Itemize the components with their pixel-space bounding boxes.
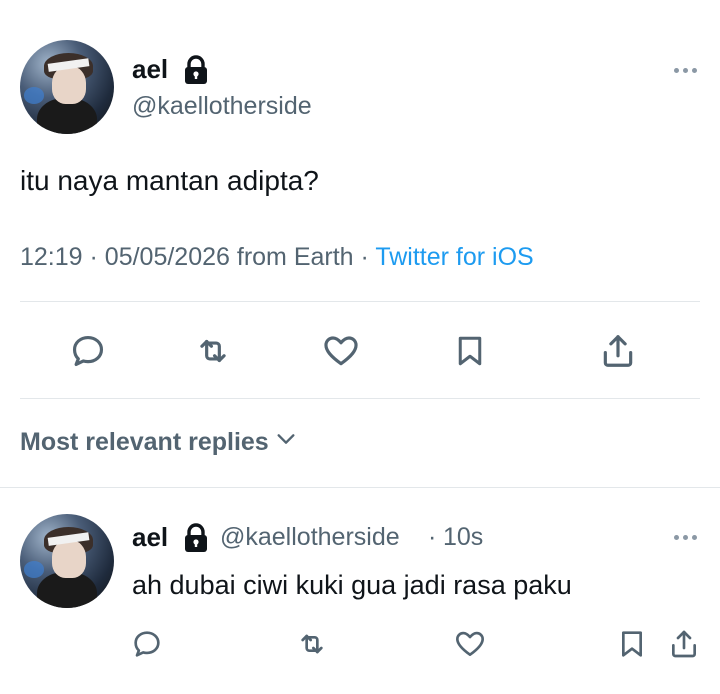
- tweet-source-link[interactable]: Twitter for iOS: [375, 243, 533, 271]
- more-options-icon[interactable]: [674, 535, 697, 540]
- tweet-text: itu naya mantan adipta?: [20, 165, 319, 196]
- author-name[interactable]: ael: [132, 54, 168, 85]
- reply-icon[interactable]: [127, 624, 167, 664]
- bookmark-icon[interactable]: [612, 624, 652, 664]
- share-icon[interactable]: [664, 624, 704, 664]
- like-icon[interactable]: [321, 331, 361, 371]
- reply-separator: ·: [428, 523, 437, 551]
- divider: [20, 301, 700, 302]
- bookmark-icon[interactable]: [450, 331, 490, 371]
- tweet-location: from Earth: [236, 243, 354, 271]
- tweet-meta: 12:19 · 05/05/2026 from Earth · Twitter …: [20, 243, 534, 272]
- retweet-icon[interactable]: [292, 624, 332, 664]
- share-icon[interactable]: [598, 331, 638, 371]
- reply-author-handle[interactable]: @kaellotherside: [220, 523, 400, 552]
- divider: [0, 487, 720, 488]
- reply-time[interactable]: 10s: [443, 523, 483, 552]
- divider: [20, 398, 700, 399]
- reply-icon[interactable]: [68, 331, 108, 371]
- tweet-time[interactable]: 12:19: [20, 243, 83, 271]
- more-options-icon[interactable]: [674, 68, 697, 73]
- replies-sort-label: Most relevant replies: [20, 428, 269, 456]
- reply-author-avatar[interactable]: [20, 514, 114, 608]
- author-handle[interactable]: @kaellotherside: [132, 92, 312, 121]
- lock-icon: [182, 55, 210, 90]
- reply-author-name[interactable]: ael: [132, 522, 168, 553]
- meta-separator: ·: [360, 243, 369, 271]
- like-icon[interactable]: [450, 624, 490, 664]
- retweet-icon[interactable]: [193, 331, 233, 371]
- meta-separator: ·: [89, 243, 98, 271]
- author-avatar[interactable]: [20, 40, 114, 134]
- chevron-down-icon: [275, 428, 297, 457]
- tweet-date[interactable]: 05/05/2026: [105, 243, 230, 271]
- reply-text: ah dubai ciwi kuki gua jadi rasa paku: [132, 570, 572, 600]
- lock-icon: [182, 523, 210, 558]
- replies-sort-dropdown[interactable]: Most relevant replies: [20, 428, 297, 457]
